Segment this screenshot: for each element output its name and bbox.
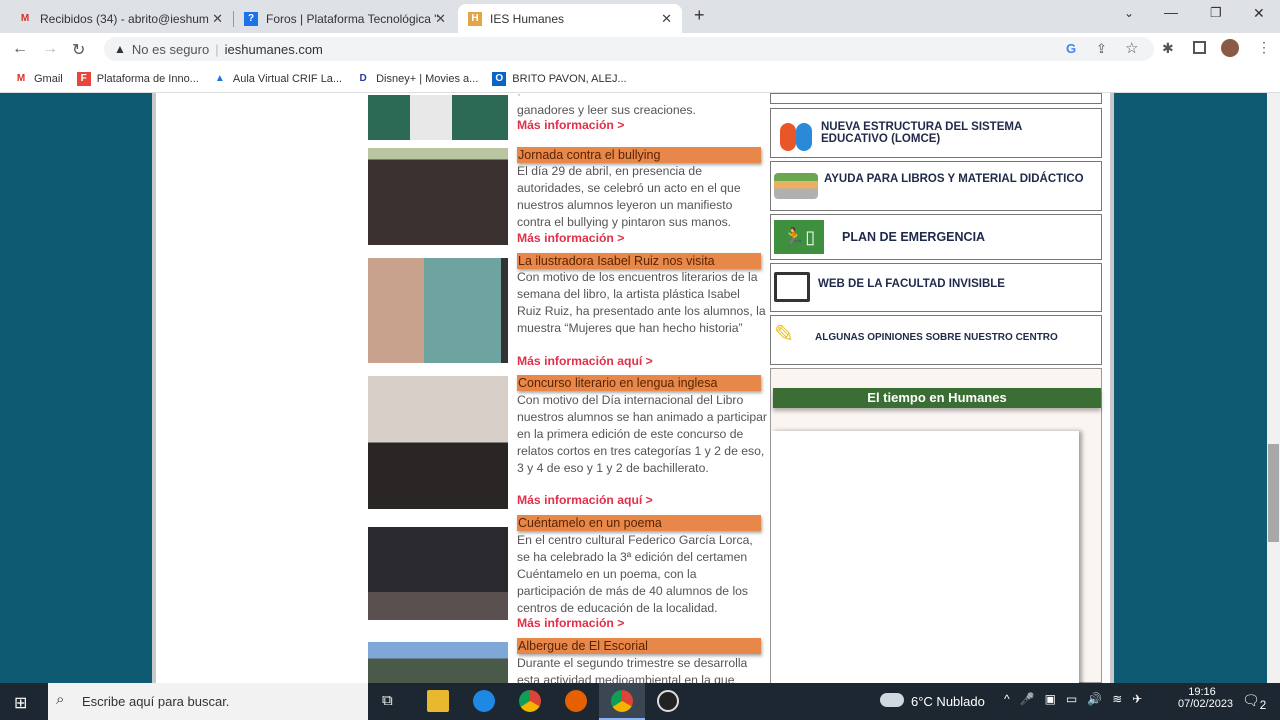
more-info-link[interactable]: Más información > <box>517 231 624 245</box>
bookmark-outlook[interactable]: O BRITO PAVON, ALEJ... <box>492 71 627 86</box>
chrome-icon[interactable] <box>611 690 633 712</box>
search-icon: ⌕ <box>56 691 65 708</box>
system-tray-icons[interactable]: ^🎤▣▭🔊≋✈ <box>1004 692 1152 706</box>
news-title[interactable]: Jornada contra el bullying <box>517 147 761 163</box>
more-info-link[interactable]: Más información aquí > <box>517 354 653 368</box>
sidebar-link-libros[interactable]: AYUDA PARA LIBROS Y MATERIAL DIDÁCTICO <box>770 161 1102 211</box>
close-tab-icon[interactable]: ✕ <box>435 11 446 27</box>
sidebar-link-lomce[interactable]: NUEVA ESTRUCTURA DEL SISTEMA EDUCATIVO (… <box>770 108 1102 158</box>
emergency-exit-icon: 🏃▯ <box>774 220 824 254</box>
news-body: En el centro cultural Federico García Lo… <box>517 533 753 615</box>
sidebar-link-facultad[interactable]: WEB DE LA FACULTAD INVISIBLE <box>770 263 1102 312</box>
clock[interactable]: 19:16 07/02/2023 <box>1178 686 1233 710</box>
news-title[interactable]: Concurso literario en lengua inglesa <box>517 375 761 391</box>
tab-ies-humanes[interactable]: H IES Humanes ✕ <box>458 4 682 33</box>
tab-foros[interactable]: ? Foros | Plataforma Tecnológica " ✕ <box>234 4 456 33</box>
menu-icon[interactable]: ⋮ <box>1257 39 1271 56</box>
more-info-link[interactable]: Más información aquí > <box>517 493 653 507</box>
tab-search-icon[interactable]: ⌄ <box>1124 6 1134 20</box>
sidebar-panel-partial[interactable] <box>770 93 1102 104</box>
windows-start-icon[interactable]: ⊞ <box>14 693 27 713</box>
cloud-icon <box>880 693 904 707</box>
people-icon <box>774 111 818 155</box>
star-icon[interactable]: ☆ <box>1125 39 1138 57</box>
scrollbar-thumb[interactable] <box>1268 444 1279 542</box>
obs-icon[interactable] <box>657 690 679 712</box>
gmail-icon: M <box>20 12 30 24</box>
file-explorer-icon[interactable] <box>427 690 449 712</box>
bookmark-disney[interactable]: D Disney+ | Movies a... <box>356 72 478 86</box>
tab-bar: M Recibidos (34) - abrito@ieshum ✕ ? Foros … <box>0 0 1280 33</box>
news-image[interactable] <box>368 148 508 245</box>
share-icon[interactable]: ⇪ <box>1096 41 1107 57</box>
forward-icon[interactable]: → <box>42 40 58 58</box>
extensions-icon[interactable]: ✱ <box>1162 40 1174 57</box>
notification-icon[interactable]: 🗨2 <box>1242 692 1266 712</box>
weather-frame <box>771 431 1079 691</box>
news-image[interactable] <box>368 642 508 683</box>
more-info-link[interactable]: Más información > <box>517 616 624 630</box>
tab-gmail[interactable]: M Recibidos (34) - abrito@ieshum ✕ <box>8 4 234 33</box>
book-icon <box>774 272 810 302</box>
news-body: Con motivo de los encuentros literarios … <box>517 270 766 335</box>
warning-icon: ▲ <box>114 42 126 56</box>
news-title[interactable]: Cuéntamelo en un poema <box>517 515 761 531</box>
task-view-icon[interactable]: ⧉ <box>382 692 393 709</box>
minimize-button[interactable]: — <box>1164 4 1178 20</box>
scrollbar[interactable] <box>1267 93 1280 683</box>
news-body: El día 29 de abril, en presencia de auto… <box>517 164 741 229</box>
weather-widget: El tiempo en Humanes <box>770 368 1102 691</box>
news-title[interactable]: Albergue de El Escorial <box>517 638 761 654</box>
sidebar-link-emergencia[interactable]: 🏃▯ PLAN DE EMERGENCIA <box>770 214 1102 260</box>
bookmark-plataforma[interactable]: F Plataforma de Inno... <box>76 71 199 86</box>
news-image[interactable] <box>368 527 508 620</box>
taskbar-search[interactable]: Escribe aquí para buscar. <box>48 683 368 720</box>
news-image[interactable] <box>368 258 508 363</box>
ies-icon: H <box>468 11 482 26</box>
edge-icon[interactable] <box>473 690 495 712</box>
more-info-link[interactable]: Más información > <box>517 118 624 132</box>
plataforma-icon: F <box>76 71 91 86</box>
close-tab-icon[interactable]: ✕ <box>212 11 223 27</box>
reload-icon[interactable]: ↻ <box>72 40 85 60</box>
chrome-icon[interactable] <box>519 690 541 712</box>
restore-button[interactable]: ❐ <box>1210 5 1222 21</box>
gmail-icon: M <box>16 72 26 84</box>
side-panel-icon[interactable] <box>1193 41 1206 54</box>
google-icon[interactable]: G <box>1066 41 1076 56</box>
firefox-icon[interactable] <box>565 690 587 712</box>
bookmark-gmail[interactable]: M Gmail <box>14 72 63 86</box>
disney-icon: D <box>359 72 367 84</box>
news-body: ganadores y leer sus creaciones. <box>517 103 696 117</box>
back-icon[interactable]: ← <box>12 40 28 58</box>
pencil-icon: ✎ <box>774 321 795 348</box>
help-icon: ? <box>244 11 258 26</box>
news-body: Durante el segundo trimestre se desarrol… <box>517 656 748 683</box>
address-bar[interactable]: ▲ No es seguro | ieshumanes.com <box>104 37 1154 61</box>
news-image[interactable] <box>368 95 508 140</box>
graduation-cap-icon: ▲ <box>214 72 225 84</box>
books-icon <box>774 173 818 199</box>
news-image[interactable] <box>368 376 508 509</box>
news-body-partial: · <box>517 87 522 101</box>
weather-status[interactable]: 6°C Nublado <box>911 694 985 709</box>
avatar[interactable] <box>1221 39 1239 57</box>
weather-title: El tiempo en Humanes <box>773 388 1101 408</box>
new-tab-button[interactable]: + <box>694 5 705 26</box>
news-title[interactable]: La ilustradora Isabel Ruiz nos visita <box>517 253 761 269</box>
close-window-button[interactable]: ✕ <box>1253 5 1265 22</box>
outlook-icon: O <box>492 71 507 86</box>
news-body: Con motivo del Día internacional del Lib… <box>517 393 767 475</box>
bookmark-aula-virtual[interactable]: ▲ Aula Virtual CRIF La... <box>213 72 342 86</box>
sidebar-link-opiniones[interactable]: ✎ ALGUNAS OPINIONES SOBRE NUESTRO CENTRO <box>770 315 1102 365</box>
close-tab-icon[interactable]: ✕ <box>661 11 672 27</box>
